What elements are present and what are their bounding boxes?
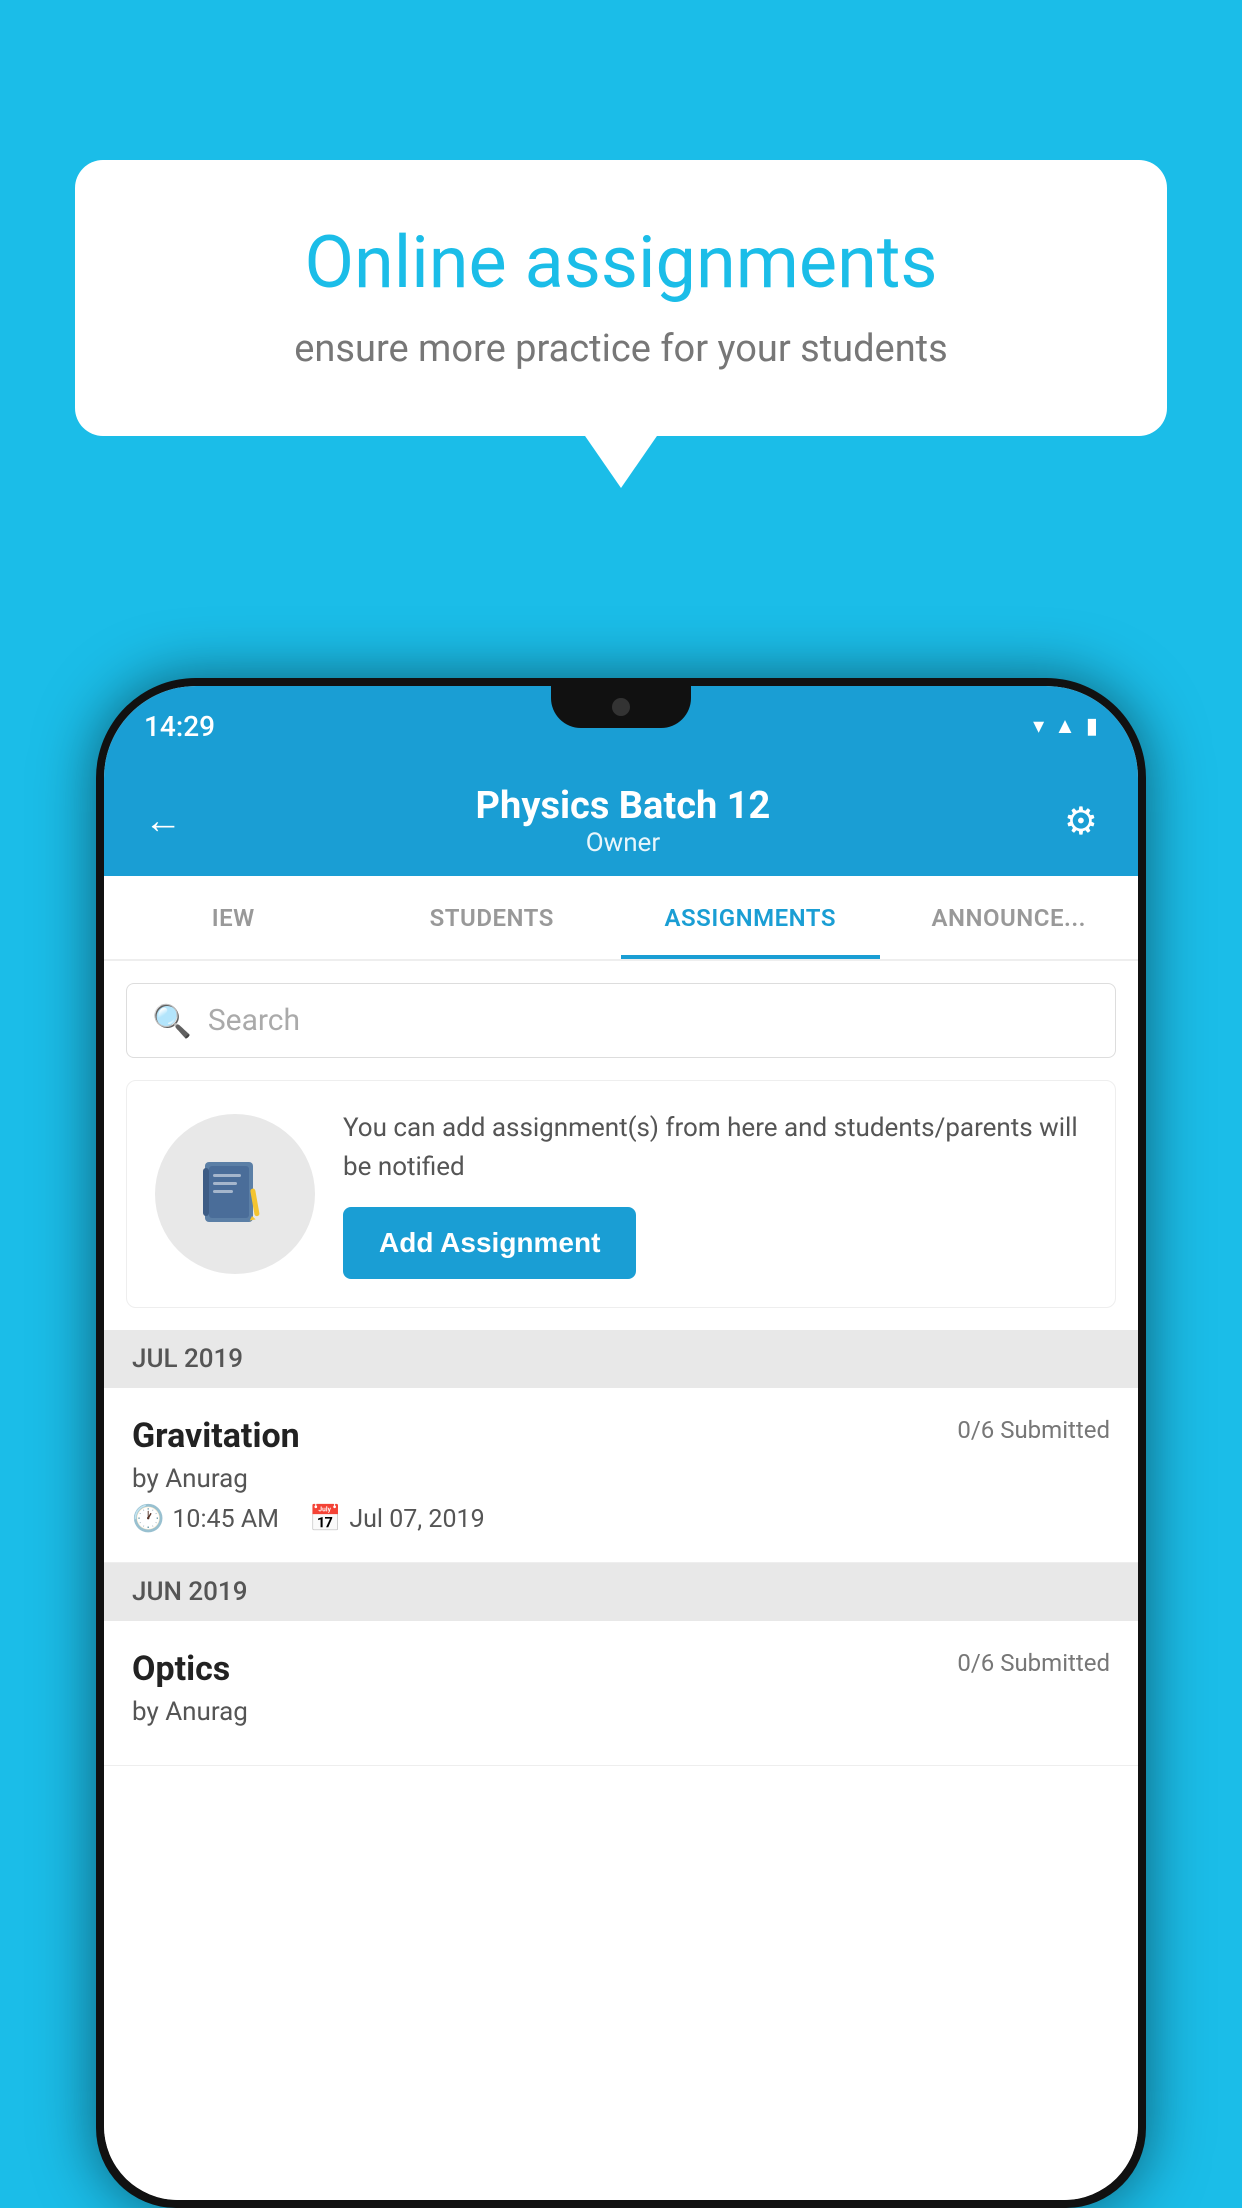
app-header: ← Physics Batch 12 Owner ⚙ [104,766,1138,876]
tab-assignments[interactable]: ASSIGNMENTS [621,876,880,959]
content-area: 🔍 Search [104,961,1138,2200]
search-bar[interactable]: 🔍 Search [126,983,1116,1058]
notch [551,686,691,728]
settings-icon[interactable]: ⚙ [1064,799,1098,844]
assignment-by-gravitation: by Anurag [132,1464,1110,1494]
camera [612,698,630,716]
assignment-date: 📅 Jul 07, 2019 [309,1504,485,1534]
assignment-title-optics: Optics [132,1649,230,1689]
tab-students-label: STUDENTS [430,904,554,932]
search-placeholder: Search [208,1003,300,1038]
promo-section: Online assignments ensure more practice … [75,160,1167,436]
back-button[interactable]: ← [144,799,182,843]
wifi-icon: ▾ [1033,714,1044,739]
assignment-item-optics[interactable]: Optics 0/6 Submitted by Anurag [104,1621,1138,1766]
signal-icon: ▲ [1054,713,1076,739]
info-text-area: You can add assignment(s) from here and … [343,1109,1087,1279]
tab-students[interactable]: STUDENTS [363,876,622,959]
header-title: Physics Batch 12 [476,784,771,828]
battery-icon: ▮ [1086,714,1098,739]
tab-announcements-label: ANNOUNCE... [932,904,1086,932]
notebook-icon [195,1154,275,1234]
calendar-icon: 📅 [309,1504,341,1534]
tab-announcements[interactable]: ANNOUNCE... [880,876,1139,959]
add-assignment-button[interactable]: Add Assignment [343,1207,636,1279]
assignment-top: Gravitation 0/6 Submitted [132,1416,1110,1456]
assignment-submitted-optics: 0/6 Submitted [957,1649,1110,1677]
status-time: 14:29 [144,710,215,743]
section-header-jun-label: JUN 2019 [132,1577,247,1607]
assignment-item-gravitation[interactable]: Gravitation 0/6 Submitted by Anurag 🕐 10… [104,1388,1138,1563]
assignment-submitted-gravitation: 0/6 Submitted [957,1416,1110,1444]
bubble-subtitle: ensure more practice for your students [145,327,1097,371]
assignment-icon-circle [155,1114,315,1274]
tabs-bar: IEW STUDENTS ASSIGNMENTS ANNOUNCE... [104,876,1138,961]
header-subtitle: Owner [476,828,771,858]
phone-screen: 14:29 ▾ ▲ ▮ ← Physics Batch 12 Owner ⚙ I… [104,686,1138,2200]
status-bar: 14:29 ▾ ▲ ▮ [104,686,1138,766]
assignment-title-gravitation: Gravitation [132,1416,300,1456]
assignment-by-optics: by Anurag [132,1697,1110,1727]
assignment-date-value: Jul 07, 2019 [349,1505,484,1534]
clock-icon: 🕐 [132,1504,164,1534]
tab-iew[interactable]: IEW [104,876,363,959]
section-header-jul-label: JUL 2019 [132,1344,243,1374]
tab-iew-label: IEW [212,904,255,932]
assignment-top-optics: Optics 0/6 Submitted [132,1649,1110,1689]
phone-frame: 14:29 ▾ ▲ ▮ ← Physics Batch 12 Owner ⚙ I… [96,678,1146,2208]
status-icons: ▾ ▲ ▮ [1033,713,1098,739]
info-description: You can add assignment(s) from here and … [343,1109,1087,1187]
bubble-title: Online assignments [145,220,1097,305]
section-header-jul: JUL 2019 [104,1330,1138,1388]
tab-assignments-label: ASSIGNMENTS [665,904,836,932]
speech-bubble: Online assignments ensure more practice … [75,160,1167,436]
section-header-jun: JUN 2019 [104,1563,1138,1621]
assignment-time: 🕐 10:45 AM [132,1504,279,1534]
assignment-meta-gravitation: 🕐 10:45 AM 📅 Jul 07, 2019 [132,1504,1110,1534]
search-icon: 🔍 [152,1002,192,1040]
assignment-time-value: 10:45 AM [172,1505,279,1534]
header-title-area: Physics Batch 12 Owner [476,784,771,858]
info-card: You can add assignment(s) from here and … [126,1080,1116,1308]
